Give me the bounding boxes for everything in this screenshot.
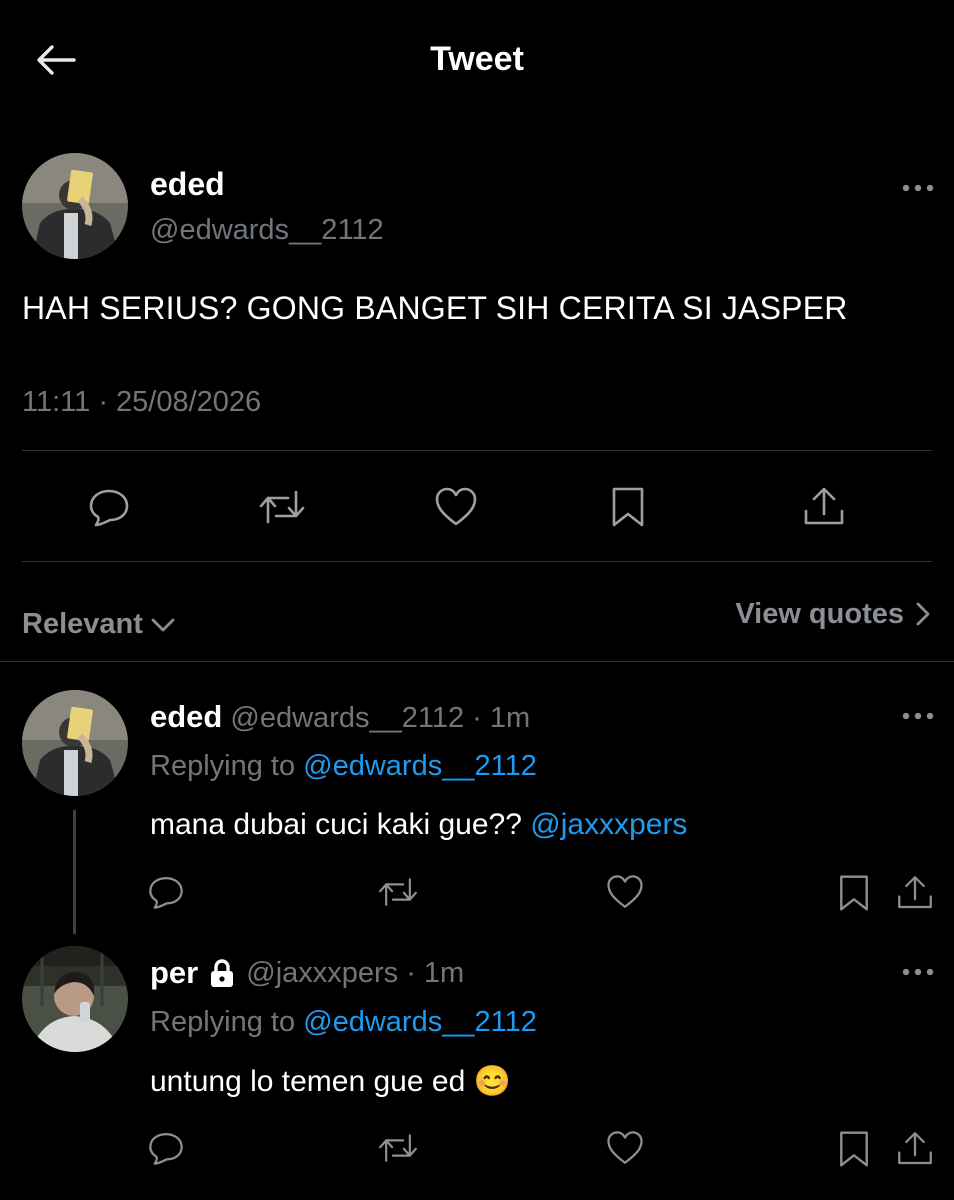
more-options-button[interactable] (900, 178, 936, 198)
replying-to: Replying to @edwards__2112 (150, 750, 537, 783)
share-button[interactable] (894, 1128, 936, 1170)
reply-text: untung lo temen gue ed 😊 (150, 1064, 511, 1099)
lock-icon (211, 959, 234, 987)
more-dots-icon (902, 184, 934, 192)
bookmark-button[interactable] (606, 484, 650, 530)
tweet-timestamp[interactable]: 11:11 · 25/08/2026 (22, 386, 261, 419)
reply-time: · 1m (406, 956, 465, 989)
retweet-button[interactable] (376, 1128, 420, 1168)
divider (22, 450, 932, 451)
reply-body: mana dubai cuci kaki gue?? (150, 808, 522, 841)
avatar[interactable] (22, 946, 128, 1052)
share-button[interactable] (894, 872, 936, 914)
retweet-button[interactable] (256, 484, 308, 530)
chevron-right-icon (916, 602, 930, 626)
tweet-text: HAH SERIUS? GONG BANGET SIH CERITA SI JA… (22, 290, 848, 326)
replying-prefix: Replying to (150, 1006, 296, 1038)
divider (22, 561, 932, 562)
share-icon (804, 487, 844, 525)
replying-to-link[interactable]: @edwards__2112 (303, 1006, 537, 1038)
display-name[interactable]: per (150, 955, 198, 991)
reply-button[interactable] (146, 1128, 186, 1168)
display-name[interactable]: eded (150, 699, 222, 734)
replying-to-link[interactable]: @edwards__2112 (303, 750, 537, 782)
reply-time: · 1m (472, 702, 531, 734)
retweet-icon (379, 878, 417, 906)
user-handle[interactable]: @edwards__2112 (150, 214, 384, 247)
more-dots-icon (902, 968, 934, 976)
reply-icon (149, 876, 183, 909)
bookmark-button[interactable] (834, 1128, 874, 1170)
reply-button[interactable] (86, 484, 132, 530)
share-icon (898, 876, 932, 909)
sort-dropdown[interactable]: Relevant (22, 606, 177, 642)
heart-icon (607, 875, 643, 908)
bookmark-button[interactable] (834, 872, 874, 914)
more-options-button[interactable] (900, 962, 936, 982)
replying-to: Replying to @edwards__2112 (150, 1006, 537, 1039)
reply-body: untung lo temen gue ed (150, 1065, 466, 1098)
retweet-icon (259, 490, 305, 524)
bookmark-icon (612, 487, 644, 527)
more-options-button[interactable] (900, 706, 936, 726)
more-dots-icon (902, 712, 934, 720)
thread-line (73, 810, 76, 934)
reply-button[interactable] (146, 872, 186, 912)
smile-emoji: 😊 (473, 1065, 511, 1098)
bookmark-icon (840, 1131, 868, 1167)
view-quotes-label: View quotes (735, 597, 904, 630)
chevron-down-icon (151, 618, 175, 632)
bookmark-icon (840, 875, 868, 911)
like-button[interactable] (604, 872, 646, 912)
replying-prefix: Replying to (150, 750, 296, 782)
share-icon (898, 1132, 932, 1165)
reply-header: eded @edwards__2112 · 1m (150, 699, 530, 735)
page-title: Tweet (430, 40, 524, 78)
share-button[interactable] (800, 484, 848, 530)
reply-header: per @jaxxxpers · 1m (150, 955, 464, 991)
view-quotes-link[interactable]: View quotes (735, 596, 934, 632)
sort-label: Relevant (22, 607, 143, 640)
avatar[interactable] (22, 153, 128, 259)
heart-icon (435, 487, 477, 526)
like-button[interactable] (604, 1128, 646, 1168)
reply-icon (89, 489, 129, 527)
like-button[interactable] (432, 484, 480, 530)
reply-text: mana dubai cuci kaki gue?? @jaxxxpers (150, 808, 687, 842)
avatar[interactable] (22, 690, 128, 796)
heart-icon (607, 1131, 643, 1164)
user-handle[interactable]: @jaxxxpers (246, 957, 398, 990)
retweet-button[interactable] (376, 872, 420, 912)
user-handle[interactable]: @edwards__2112 (230, 702, 464, 734)
display-name[interactable]: eded (150, 166, 225, 203)
divider (0, 661, 954, 662)
mention-link[interactable]: @jaxxxpers (530, 808, 687, 841)
retweet-icon (379, 1134, 417, 1162)
reply-icon (149, 1132, 183, 1165)
